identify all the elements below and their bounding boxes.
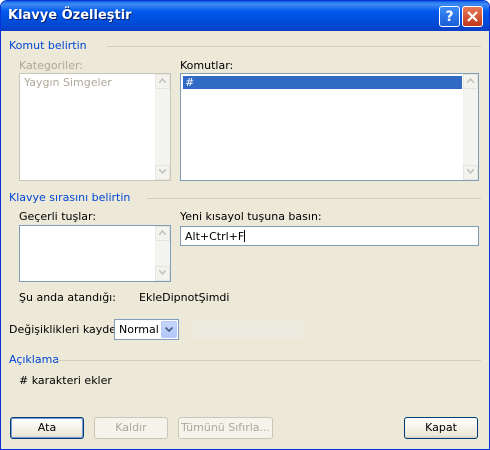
chevron-down-icon (159, 169, 166, 174)
section-heading-description: Açıklama (9, 353, 60, 366)
section-heading-specify-command: Komut belirtin (9, 39, 87, 52)
chevron-down-icon (467, 169, 474, 174)
new-shortcut-value: Alt+Ctrl+F (185, 230, 245, 243)
chevron-down-icon (159, 270, 166, 275)
commands-label: Komutlar: (180, 59, 234, 72)
commands-listbox[interactable]: # (180, 73, 479, 181)
chevron-up-icon (467, 78, 474, 83)
categories-listbox[interactable]: Yaygın Simgeler (19, 73, 171, 181)
current-keys-label: Geçerli tuşlar: (19, 210, 97, 223)
section-divider (107, 46, 481, 47)
scroll-down-button[interactable] (155, 165, 170, 180)
current-keys-listbox[interactable] (19, 225, 171, 282)
categories-scrollbar[interactable] (155, 74, 170, 180)
section-divider (147, 198, 481, 199)
assign-button[interactable]: Ata (10, 417, 84, 439)
chevron-up-icon (159, 78, 166, 83)
assigned-to-value: EkleDipnotŞimdi (139, 291, 230, 304)
customize-keyboard-dialog: Klavye Özelleştir ? Komut belirtin Kateg… (0, 0, 490, 450)
save-changes-select[interactable]: Normal (114, 319, 179, 340)
current-keys-scrollbar[interactable] (155, 226, 170, 281)
assigned-to-label: Şu anda atandığı: (19, 291, 116, 304)
scroll-up-button[interactable] (463, 74, 478, 89)
text-caret (244, 230, 246, 242)
list-item[interactable]: # (183, 76, 462, 89)
description-text: # karakteri ekler (19, 374, 112, 387)
new-shortcut-label: Yeni kısayol tuşuna basın: (180, 210, 322, 223)
categories-label: Kategoriler: (19, 59, 83, 72)
chevron-up-icon (159, 230, 166, 235)
scroll-up-button[interactable] (155, 226, 170, 241)
scroll-down-button[interactable] (155, 266, 170, 281)
help-button[interactable]: ? (439, 6, 460, 27)
close-button[interactable]: Kapat (404, 417, 478, 439)
remove-button[interactable]: Kaldır (94, 417, 168, 439)
scroll-down-button[interactable] (463, 165, 478, 180)
title-bar[interactable]: Klavye Özelleştir ? (1, 1, 489, 31)
section-divider (57, 360, 481, 361)
faded-overlay (193, 321, 303, 339)
help-icon: ? (445, 9, 454, 25)
reset-all-button[interactable]: Tümünü Sıfırla... (178, 417, 273, 439)
save-changes-value: Normal (119, 323, 159, 336)
dialog-title: Klavye Özelleştir (8, 8, 132, 23)
chevron-down-icon (165, 327, 173, 332)
new-shortcut-input[interactable]: Alt+Ctrl+F (180, 226, 479, 246)
dropdown-button[interactable] (161, 321, 177, 338)
close-icon (467, 11, 478, 22)
save-changes-label: Değişiklikleri kaydet: (9, 323, 125, 336)
close-window-button[interactable] (462, 6, 483, 27)
scroll-up-button[interactable] (155, 74, 170, 89)
section-heading-specify-keys: Klavye sırasını belirtin (9, 191, 131, 204)
commands-scrollbar[interactable] (463, 74, 478, 180)
list-item[interactable]: Yaygın Simgeler (22, 76, 112, 89)
